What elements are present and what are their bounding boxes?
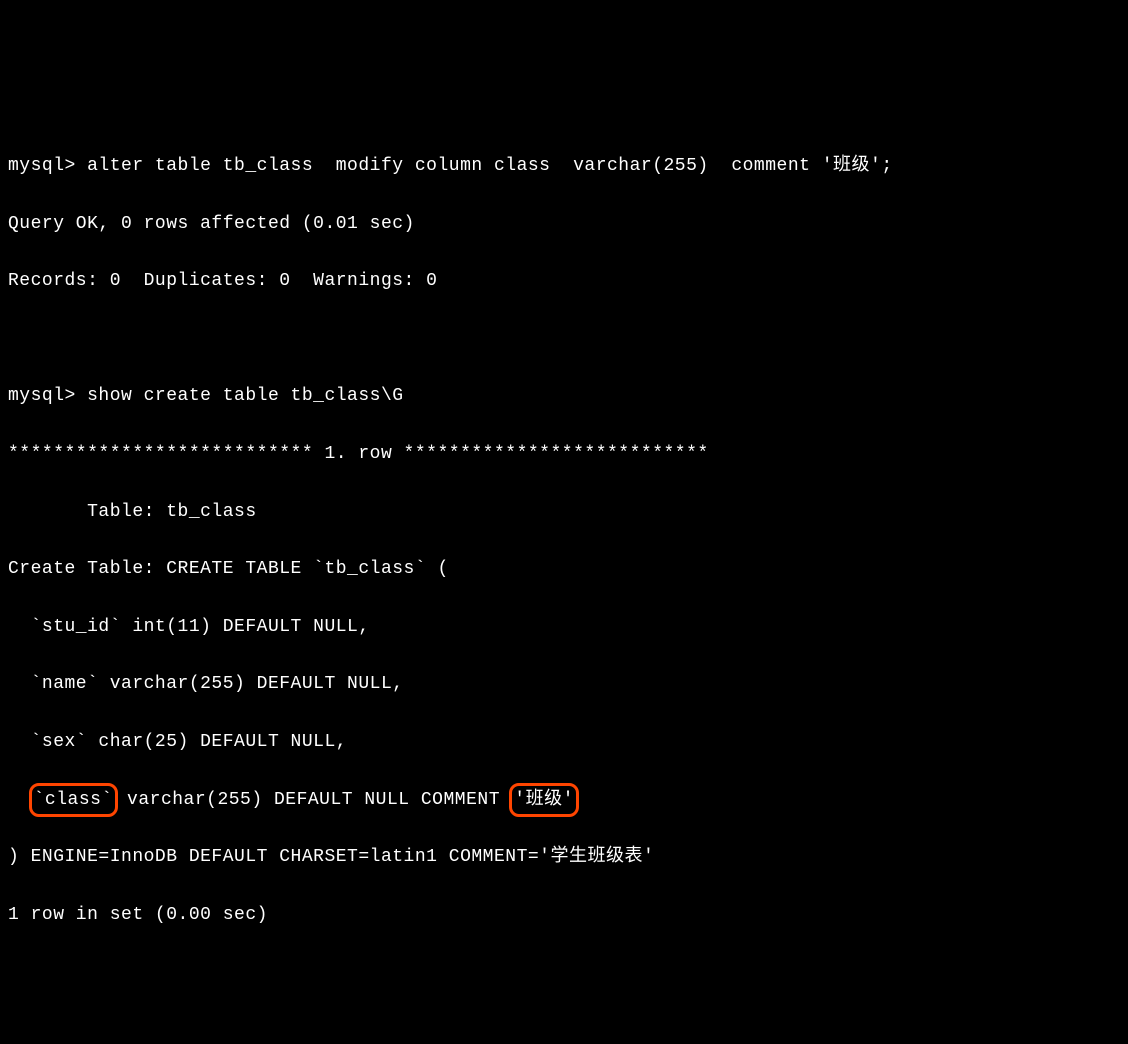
terminal-line: `stu_id` int(11) DEFAULT NULL, <box>8 613 1120 642</box>
terminal-line: `class` varchar(255) DEFAULT NULL COMMEN… <box>8 786 1120 815</box>
highlighted-column-name: `class` <box>29 783 118 818</box>
terminal-line <box>8 325 1120 354</box>
terminal-line: *************************** 1. row *****… <box>8 440 1120 469</box>
terminal-line: mysql> show create table tb_class\G <box>8 382 1120 411</box>
terminal-output: mysql> alter table tb_class modify colum… <box>8 123 1120 958</box>
terminal-line: Records: 0 Duplicates: 0 Warnings: 0 <box>8 267 1120 296</box>
terminal-line: `sex` char(25) DEFAULT NULL, <box>8 728 1120 757</box>
terminal-line: mysql> alter table tb_class modify colum… <box>8 152 1120 181</box>
line-segment <box>8 790 31 810</box>
terminal-line: Table: tb_class <box>8 498 1120 527</box>
terminal-line: 1 row in set (0.00 sec) <box>8 901 1120 930</box>
highlighted-comment-value: '班级' <box>509 783 579 818</box>
terminal-line: ) ENGINE=InnoDB DEFAULT CHARSET=latin1 C… <box>8 843 1120 872</box>
terminal-line: Create Table: CREATE TABLE `tb_class` ( <box>8 555 1120 584</box>
terminal-line: `name` varchar(255) DEFAULT NULL, <box>8 670 1120 699</box>
line-segment: varchar(255) DEFAULT NULL COMMENT <box>116 790 512 810</box>
terminal-line: Query OK, 0 rows affected (0.01 sec) <box>8 210 1120 239</box>
